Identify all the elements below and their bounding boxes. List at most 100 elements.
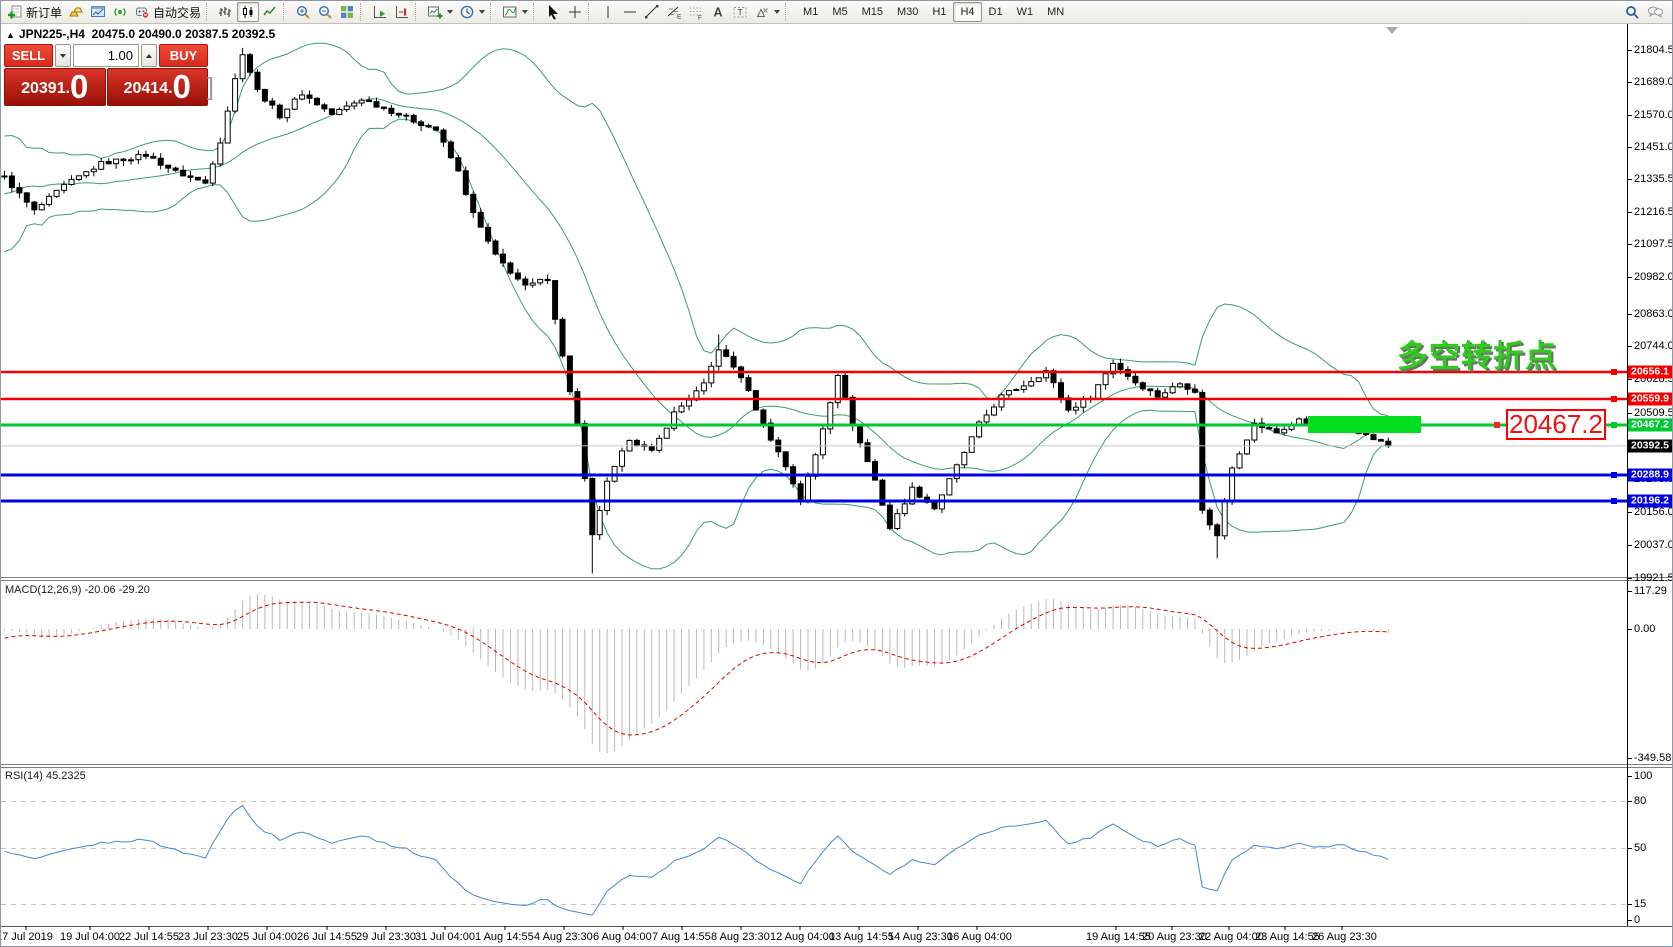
timeframe-h4[interactable]: H4 bbox=[953, 2, 981, 22]
line-handle[interactable] bbox=[1611, 422, 1617, 428]
chat-button[interactable] bbox=[1643, 2, 1667, 22]
zoom-out-button[interactable] bbox=[314, 2, 336, 22]
date-axis-label: 23 Aug 14:55 bbox=[1255, 931, 1320, 943]
new-order-button[interactable]: 新订单 bbox=[4, 2, 65, 22]
sell-price-box[interactable]: 20391.0 bbox=[4, 68, 106, 106]
date-axis-label: 4 Aug 23:30 bbox=[534, 931, 593, 943]
price-axis-label: 20982.0 bbox=[1634, 271, 1673, 283]
price-axis-label: 21570.0 bbox=[1634, 109, 1673, 121]
price-axis-label: 20863.0 bbox=[1634, 308, 1673, 320]
chat-icon bbox=[1646, 4, 1664, 20]
price-axis-label: 20156.0 bbox=[1634, 506, 1673, 518]
line-handle[interactable] bbox=[1611, 498, 1617, 504]
one-click-trading-panel: SELL BUY 20391.0 20414.0 bbox=[4, 44, 208, 106]
indicators-button[interactable] bbox=[499, 2, 531, 22]
volume-decrease-button[interactable] bbox=[55, 44, 71, 67]
buy-price-box[interactable]: 20414.0 bbox=[107, 68, 209, 106]
line-handle[interactable] bbox=[1611, 396, 1617, 402]
cursor-icon bbox=[545, 4, 561, 20]
grid-icon: F bbox=[688, 4, 704, 20]
date-axis-label: 26 Jul 14:55 bbox=[297, 931, 357, 943]
timeframe-m30[interactable]: M30 bbox=[890, 2, 925, 22]
text-button[interactable]: A bbox=[707, 2, 729, 22]
label-button[interactable]: T bbox=[729, 2, 751, 22]
macd-axis-label: 0.00 bbox=[1634, 623, 1655, 635]
zoom-out-icon bbox=[317, 4, 333, 20]
bar-chart-button[interactable] bbox=[215, 2, 237, 22]
new-chart-button[interactable] bbox=[424, 2, 456, 22]
autotrade-button[interactable]: 自动交易 bbox=[131, 2, 204, 22]
crosshair-icon bbox=[567, 4, 583, 20]
date-axis-label: 16 Aug 04:00 bbox=[947, 931, 1012, 943]
line-handle[interactable] bbox=[1611, 369, 1617, 375]
gold-icon bbox=[68, 4, 84, 20]
timeframe-w1[interactable]: W1 bbox=[1010, 2, 1041, 22]
toolbar-separator bbox=[785, 3, 792, 21]
chart-canvas[interactable] bbox=[1, 1, 1673, 947]
date-axis-label: 6 Aug 04:00 bbox=[593, 931, 652, 943]
tile-windows-button[interactable] bbox=[336, 2, 358, 22]
rsi-indicator-label: RSI(14) 45.2325 bbox=[5, 770, 86, 782]
periods-icon bbox=[459, 4, 475, 20]
timeframe-m1[interactable]: M1 bbox=[796, 2, 825, 22]
price-axis-label: 21335.5 bbox=[1634, 173, 1673, 185]
svg-text:F: F bbox=[698, 15, 702, 21]
line-handle[interactable] bbox=[1611, 472, 1617, 478]
grid-button[interactable]: F bbox=[685, 2, 707, 22]
volume-increase-button[interactable] bbox=[141, 44, 157, 67]
signals-button[interactable] bbox=[109, 2, 131, 22]
hline-button[interactable] bbox=[619, 2, 641, 22]
periods-button[interactable] bbox=[456, 2, 488, 22]
chart-symbol-line: ▲JPN225-,H4 20475.0 20490.0 20387.5 2039… bbox=[6, 27, 275, 41]
buy-price: 20414 bbox=[124, 74, 169, 104]
trendline-icon bbox=[644, 4, 660, 20]
timeframe-mn[interactable]: MN bbox=[1040, 2, 1071, 22]
trendline-button[interactable] bbox=[641, 2, 663, 22]
date-axis-label: 26 Aug 23:30 bbox=[1312, 931, 1377, 943]
fibonacci-button[interactable]: E bbox=[663, 2, 685, 22]
price-level-badge: 20392.5 bbox=[1628, 440, 1673, 453]
highlight-rectangle-object[interactable] bbox=[1308, 416, 1421, 433]
rsi-axis-label: 15 bbox=[1634, 898, 1646, 910]
chart-shift-icon bbox=[394, 4, 410, 20]
cursor-button[interactable] bbox=[542, 2, 564, 22]
timeframe-m15[interactable]: M15 bbox=[855, 2, 890, 22]
price-axis-label: 21216.5 bbox=[1634, 206, 1673, 218]
zoom-in-button[interactable] bbox=[292, 2, 314, 22]
candle-chart-button[interactable] bbox=[237, 2, 259, 22]
timeframe-m5[interactable]: M5 bbox=[825, 2, 854, 22]
macd-axis-label: -349.58 bbox=[1634, 752, 1671, 764]
price-level-badge: 20559.9 bbox=[1628, 393, 1673, 406]
sell-button[interactable]: SELL bbox=[4, 44, 53, 67]
symbol-marker-icon: ▲ bbox=[6, 30, 15, 40]
shapes-button[interactable] bbox=[751, 2, 783, 22]
volume-input[interactable] bbox=[73, 44, 139, 67]
sell-price: 20391 bbox=[21, 74, 66, 104]
timeframe-d1[interactable]: D1 bbox=[982, 2, 1010, 22]
toolbar-right-group bbox=[1621, 2, 1667, 22]
search-button[interactable] bbox=[1621, 2, 1643, 22]
chart-shift-button[interactable] bbox=[391, 2, 413, 22]
auto-scroll-button[interactable] bbox=[369, 2, 391, 22]
rsi-axis-label: 100 bbox=[1634, 770, 1652, 782]
crosshair-button[interactable] bbox=[564, 2, 586, 22]
date-axis-label: 29 Jul 23:30 bbox=[356, 931, 416, 943]
rsi-axis-label: 50 bbox=[1634, 842, 1646, 854]
market-watch-button[interactable] bbox=[87, 2, 109, 22]
callout-handle[interactable] bbox=[1494, 422, 1500, 428]
buy-button[interactable]: BUY bbox=[159, 44, 208, 67]
candles-chart-icon bbox=[240, 4, 256, 20]
date-axis-label: 20 Aug 23:30 bbox=[1142, 931, 1207, 943]
price-callout-box[interactable]: 20467.2 bbox=[1506, 409, 1606, 440]
date-axis-label: 17 Jul 2019 bbox=[0, 931, 53, 943]
chart-text-annotation[interactable]: 多空转折点 bbox=[1397, 331, 1557, 376]
deposit-button[interactable] bbox=[65, 2, 87, 22]
vline-button[interactable] bbox=[597, 2, 619, 22]
toolbar: 新订单 自动交易 E FAT M1M5M15M30H1H4D1W1MN bbox=[1, 1, 1673, 24]
line-chart-button[interactable] bbox=[259, 2, 281, 22]
timeframe-h1[interactable]: H1 bbox=[925, 2, 953, 22]
vline-icon bbox=[600, 4, 616, 20]
market-watch-icon bbox=[90, 4, 106, 20]
price-level-badge: 20467.2 bbox=[1628, 419, 1673, 432]
autotrade-icon bbox=[134, 4, 150, 20]
